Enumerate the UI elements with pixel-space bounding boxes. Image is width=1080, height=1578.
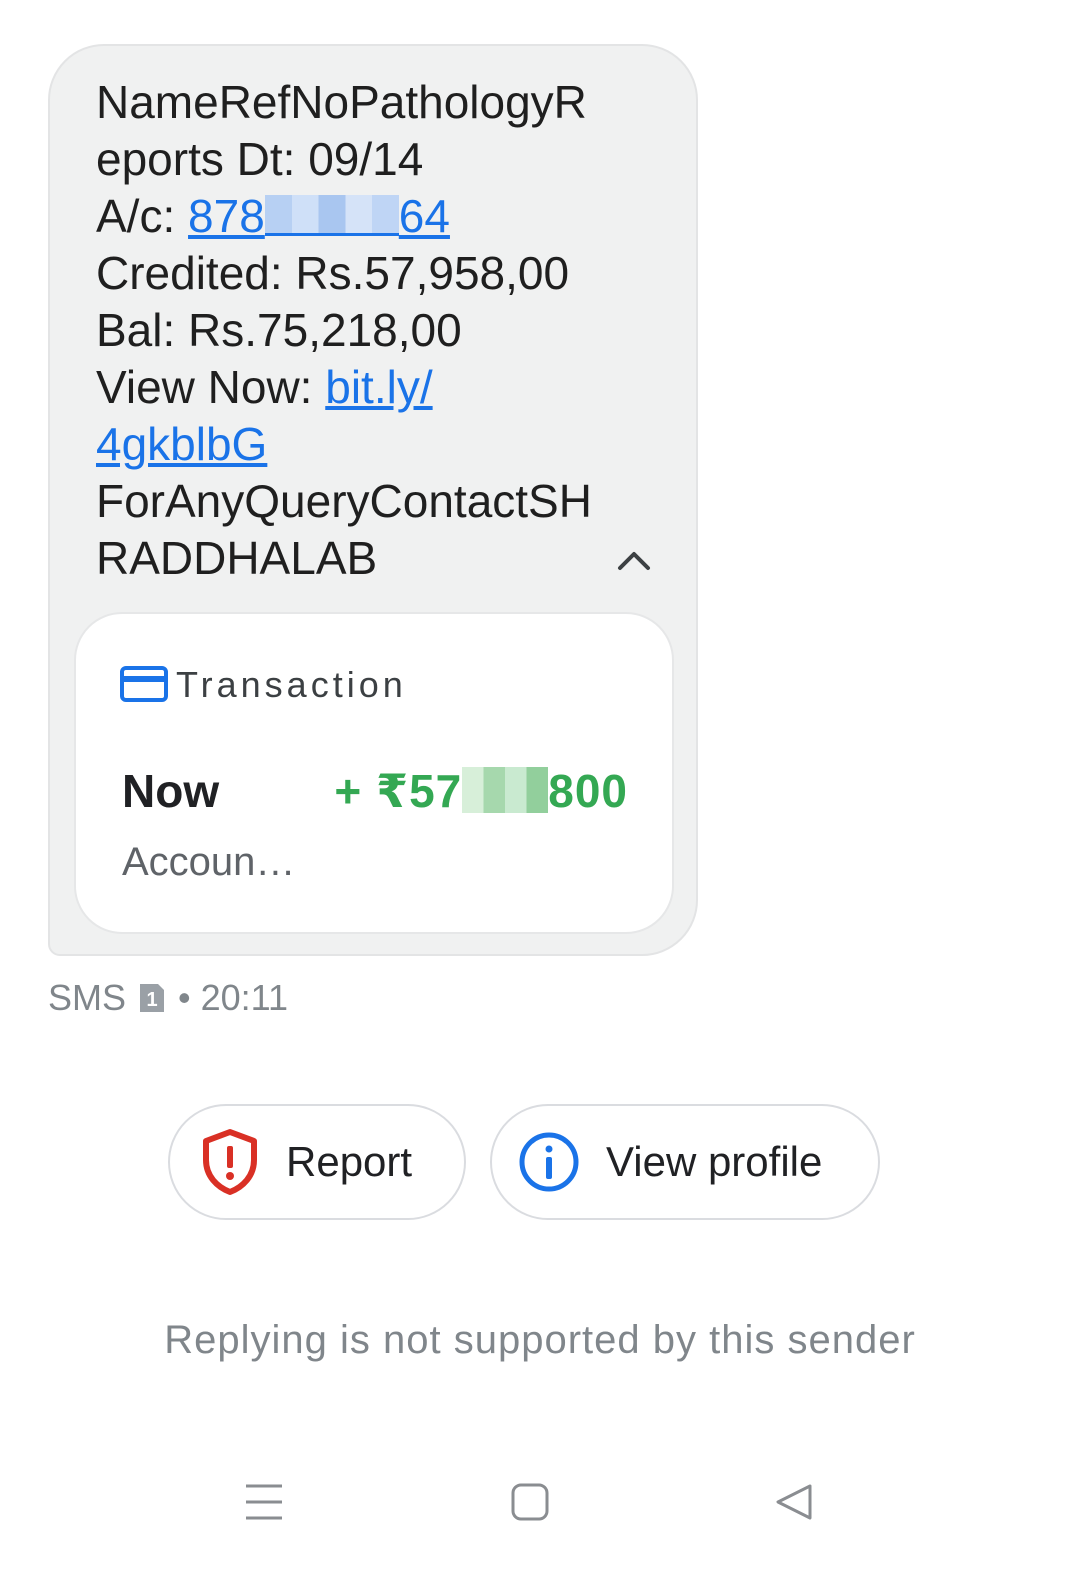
view-profile-label: View profile: [606, 1138, 823, 1185]
channel-label: SMS: [48, 977, 127, 1018]
credited-line: Credited: Rs.57,958,00: [96, 247, 570, 299]
message-line-1: NameRefNoPathologyR: [96, 76, 587, 128]
info-icon: [519, 1132, 579, 1192]
transaction-time: Now: [122, 765, 220, 817]
balance-line: Bal: Rs.75,218,00: [96, 304, 462, 356]
short-link-part-1[interactable]: bit.ly/: [325, 361, 432, 413]
query-line-1: ForAnyQueryContactSH: [96, 475, 592, 527]
message-bubble[interactable]: NameRefNoPathologyR eports Dt: 09/14 A/c…: [48, 44, 698, 956]
message-time: • 20:11: [178, 977, 289, 1018]
svg-text:1: 1: [146, 989, 157, 1011]
report-button[interactable]: Report: [168, 1104, 466, 1220]
credit-card-icon: [120, 666, 168, 702]
back-icon[interactable]: [774, 1482, 814, 1522]
transaction-card[interactable]: Transaction Now + ₹57 800 Accoun…: [74, 612, 674, 934]
account-prefix: A/c:: [96, 190, 189, 242]
home-icon[interactable]: [510, 1482, 550, 1522]
query-line-2: RADDHALAB: [96, 532, 378, 584]
chevron-up-icon[interactable]: [616, 546, 652, 574]
transaction-amount: + ₹57 800: [334, 765, 628, 817]
message-meta: SMS 1 • 20:11: [48, 976, 288, 1020]
short-link-part-2[interactable]: 4gkblbG: [96, 418, 267, 470]
sim-card-icon: 1: [140, 984, 165, 1012]
transaction-account: Accoun…: [122, 840, 296, 884]
account-number-link[interactable]: 878 64: [188, 190, 450, 242]
message-line-2: eports Dt: 09/14: [96, 133, 424, 185]
shield-alert-icon: [203, 1129, 257, 1195]
masked-amount: [462, 767, 549, 813]
transaction-card-title: Transaction: [176, 664, 407, 705]
system-navigation-bar: [0, 1470, 1080, 1538]
reply-not-supported-note: Replying is not supported by this sender: [164, 1318, 916, 1362]
view-profile-button[interactable]: View profile: [490, 1104, 880, 1220]
masked-digits: [264, 195, 399, 236]
report-label: Report: [286, 1138, 413, 1185]
view-now-prefix: View Now:: [96, 361, 326, 413]
message-text: NameRefNoPathologyR eports Dt: 09/14 A/c…: [96, 74, 616, 587]
menu-icon[interactable]: [244, 1482, 284, 1522]
